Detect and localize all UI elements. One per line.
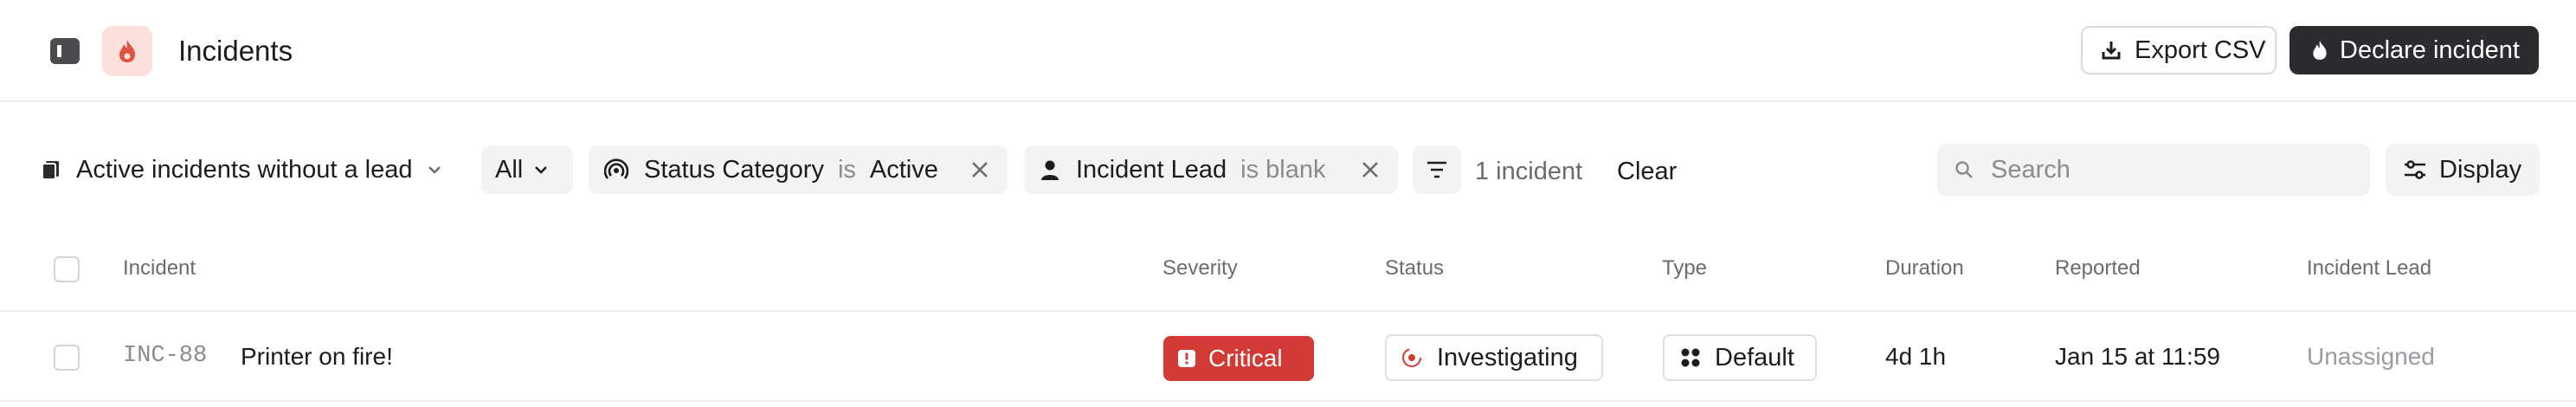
table-header: Incident Severity Status Type Duration R… [0,237,2576,312]
column-header-incident-lead[interactable]: Incident Lead [2307,256,2431,281]
download-icon [2100,39,2122,61]
flame-icon [102,26,152,76]
clear-filters-button[interactable]: Clear [1617,158,1677,186]
filter-icon [1426,160,1448,179]
page-header: Incidents Export CSV Declare incident [0,0,2576,102]
scope-label: All [495,155,524,184]
filter-chip-incident-lead[interactable]: Incident Lead is blank [1024,145,1398,194]
close-icon[interactable] [1360,159,1381,180]
declare-incident-button[interactable]: Declare incident [2289,26,2539,74]
saved-view-label: Active incidents without a lead [76,155,413,184]
search-input[interactable] [1991,155,2354,184]
filter-bar: Active incidents without a lead All Stat… [0,102,2576,237]
incident-name[interactable]: Printer on fire! [241,343,393,371]
target-icon [1401,346,1423,369]
export-csv-label: Export CSV [2135,36,2266,64]
page-title: Incidents [178,35,293,67]
type-label: Default [1715,343,1794,371]
table-row[interactable]: INC-88 Printer on fire! Critical Investi… [0,313,2576,402]
display-label: Display [2439,155,2522,184]
column-header-incident[interactable]: Incident [123,256,196,281]
person-icon [1040,158,1060,181]
severity-label: Critical [1208,345,1283,371]
close-icon[interactable] [969,159,990,180]
type-badge[interactable]: Default [1663,334,1817,381]
filter-operator-label: is blank [1240,155,1326,184]
export-csv-button[interactable]: Export CSV [2081,26,2277,74]
search-icon [1955,160,1974,179]
filter-field-label: Status Category [644,155,824,184]
flame-icon [2310,39,2329,61]
select-all-checkbox[interactable] [54,256,80,282]
search-box[interactable] [1937,144,2370,196]
chevron-down-icon [533,165,549,175]
incident-id: INC-88 [123,343,208,369]
incident-lead-value[interactable]: Unassigned [2307,343,2435,371]
column-header-severity[interactable]: Severity [1162,256,1238,281]
filter-chip-status-category[interactable]: Status Category is Active [589,145,1008,194]
alert-icon [1177,349,1196,368]
filter-button[interactable] [1413,145,1461,194]
row-checkbox[interactable] [54,345,80,371]
status-label: Investigating [1437,343,1578,371]
duration-value: 4d 1h [1885,343,1947,370]
scope-select[interactable]: All [481,145,573,194]
sidebar-toggle-icon[interactable] [50,38,80,64]
declare-incident-label: Declare incident [2340,36,2520,64]
column-header-reported[interactable]: Reported [2055,256,2141,281]
status-badge[interactable]: Investigating [1385,334,1603,381]
chevron-down-icon [427,165,442,175]
stack-icon [40,158,62,181]
grid-icon [1680,347,1701,368]
column-header-type[interactable]: Type [1662,256,1707,281]
filter-field-label: Incident Lead [1076,155,1227,184]
filter-value-label: Active [869,155,938,184]
reported-value: Jan 15 at 11:59 [2055,343,2220,370]
sliders-icon [2403,158,2427,181]
signal-icon [604,158,628,182]
display-button[interactable]: Display [2386,144,2540,196]
column-header-duration[interactable]: Duration [1885,256,1964,281]
filter-operator-label: is [837,155,856,184]
saved-view-select[interactable]: Active incidents without a lead [40,145,442,194]
result-count: 1 incident [1475,158,1583,185]
severity-badge[interactable]: Critical [1163,336,1314,381]
column-header-status[interactable]: Status [1385,256,1444,281]
